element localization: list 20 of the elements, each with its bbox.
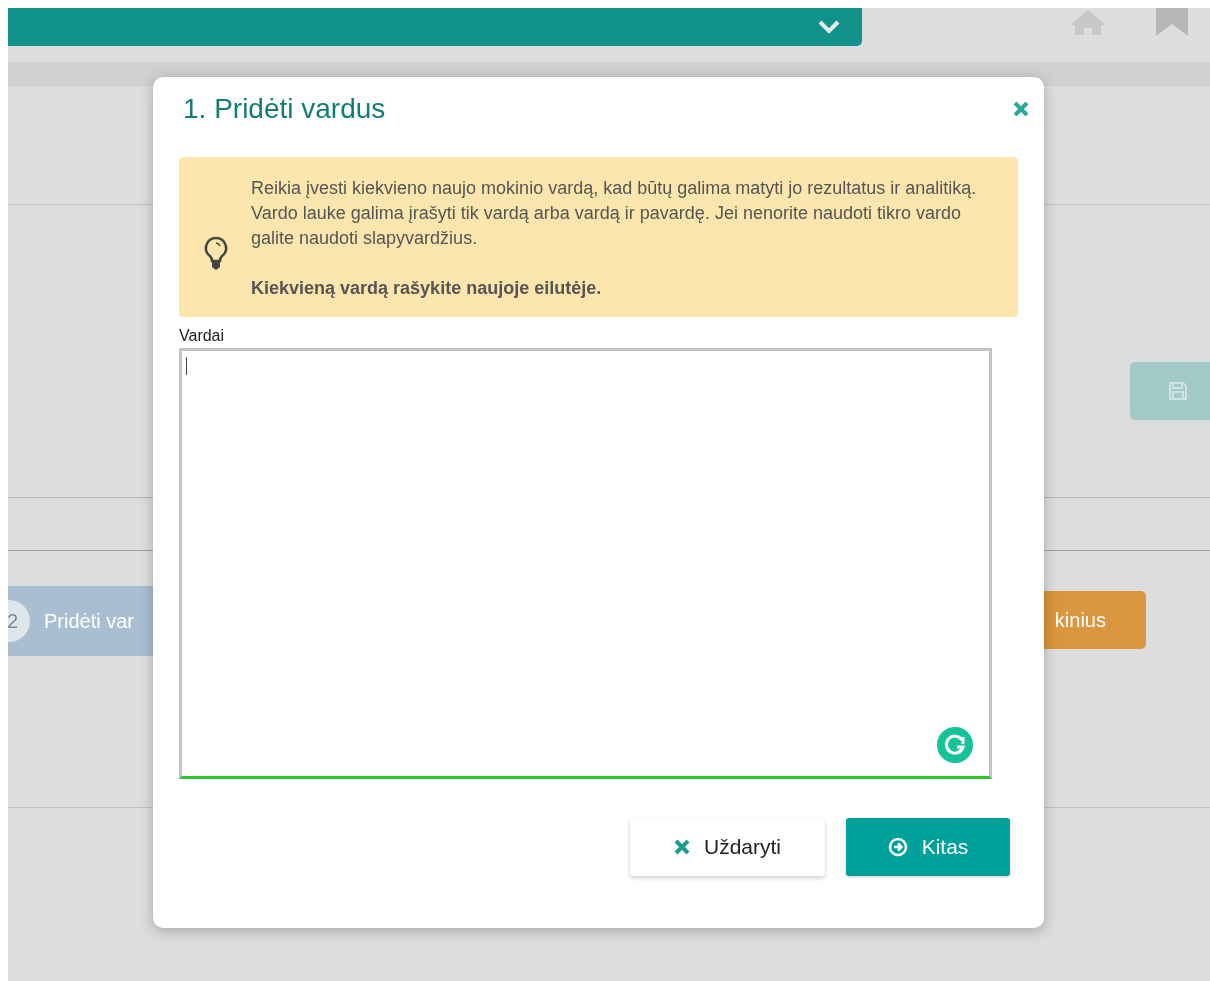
- step-number: 2: [8, 600, 30, 642]
- refresh-badge-icon[interactable]: [937, 727, 973, 763]
- close-icon: [1012, 100, 1030, 118]
- lightbulb-icon: [203, 236, 229, 272]
- names-field[interactable]: [179, 348, 992, 779]
- bookmark-icon[interactable]: [1156, 8, 1188, 36]
- info-emphasis: Kiekvieną vardą rašykite naujoje eilutėje.: [251, 277, 603, 300]
- field-label: Vardai: [179, 327, 226, 345]
- close-button[interactable]: [1012, 100, 1030, 118]
- step-button[interactable]: 2 Pridėti var: [8, 586, 153, 656]
- add-students-button[interactable]: kinius: [1044, 591, 1146, 649]
- save-button[interactable]: [1130, 362, 1210, 420]
- dialog-title: 1. Pridėti vardus: [183, 93, 386, 125]
- chevron-down-icon[interactable]: [818, 20, 840, 34]
- info-text: Reikia įvesti kiekvieno naujo mokinio vardą, kad būtų galima matyti jo rezultatus ir analitiką. Vardo lauke galima įrašyti tik vardą arba vardą ir pavardę. Jei nenorite naudoti tikro vardo galite naudoti slapyvardžius.: [251, 177, 978, 250]
- home-icon[interactable]: [1068, 8, 1108, 36]
- close-icon: [674, 839, 690, 855]
- close-dialog-button[interactable]: Uždaryti: [630, 818, 825, 876]
- save-icon: [1168, 381, 1188, 401]
- next-button[interactable]: Kitas: [846, 818, 1010, 876]
